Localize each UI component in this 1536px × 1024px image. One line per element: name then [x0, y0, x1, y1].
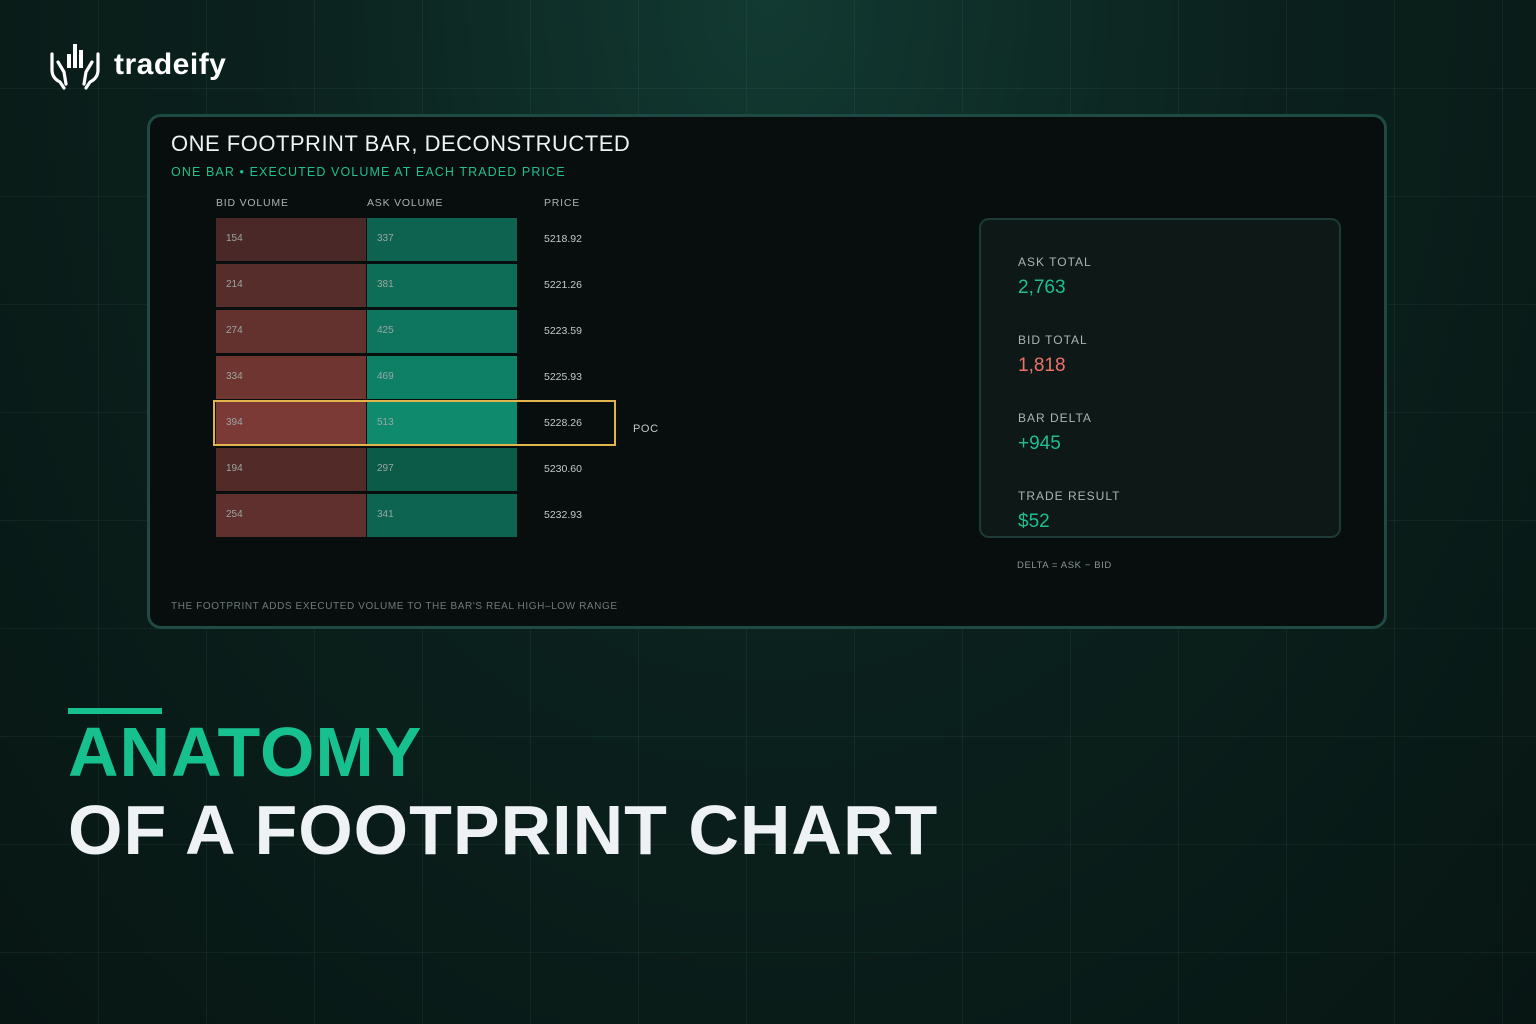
footprint-row: 194 297 5230.60 — [216, 448, 676, 491]
ask-volume-value: 341 — [377, 509, 394, 520]
footprint-row: 334 469 5225.93 — [216, 356, 676, 399]
footprint-row: 254 341 5232.93 — [216, 494, 676, 537]
ask-volume-cell: 297 — [367, 448, 517, 491]
bid-volume-cell: 254 — [216, 494, 366, 537]
brand-name: tradeify — [114, 48, 227, 81]
price-level: 5225.93 — [544, 371, 582, 383]
poc-highlight — [213, 400, 616, 446]
ask-total-label: ASK TOTAL — [1018, 255, 1092, 269]
price-level: 5232.93 — [544, 509, 582, 521]
ask-volume-header: ASK VOLUME — [367, 197, 444, 209]
poc-label: POC — [633, 423, 659, 435]
ask-volume-value: 381 — [377, 279, 394, 290]
footprint-row: 214 381 5221.26 — [216, 264, 676, 307]
bid-volume-value: 154 — [226, 233, 243, 244]
bid-volume-cell: 334 — [216, 356, 366, 399]
panel-title: ONE FOOTPRINT BAR, DECONSTRUCTED — [171, 131, 631, 156]
footprint-row: 274 425 5223.59 — [216, 310, 676, 353]
bid-total-label: BID TOTAL — [1018, 333, 1088, 347]
trade-result-value: $52 — [1018, 511, 1050, 532]
headline-line-1: ANATOMY — [68, 713, 423, 791]
ask-volume-value: 425 — [377, 325, 394, 336]
price-level: 5223.59 — [544, 325, 582, 337]
stats-card: ASK TOTAL 2,763 BID TOTAL 1,818 BAR DELT… — [979, 218, 1341, 538]
price-level: 5221.26 — [544, 279, 582, 291]
ask-total-value: 2,763 — [1018, 277, 1066, 298]
bid-volume-cell: 274 — [216, 310, 366, 353]
ask-volume-value: 469 — [377, 371, 394, 382]
panel-footer-note: THE FOOTPRINT ADDS EXECUTED VOLUME TO TH… — [171, 601, 618, 612]
price-header: PRICE — [544, 197, 581, 209]
ask-volume-cell: 469 — [367, 356, 517, 399]
bar-delta-label: BAR DELTA — [1018, 411, 1092, 425]
bid-volume-cell: 154 — [216, 218, 366, 261]
bar-delta-value: +945 — [1018, 433, 1061, 454]
bid-volume-cell: 214 — [216, 264, 366, 307]
bid-volume-value: 274 — [226, 325, 243, 336]
ask-volume-value: 337 — [377, 233, 394, 244]
bid-volume-value: 334 — [226, 371, 243, 382]
hands-chart-icon — [50, 44, 100, 90]
panel-subtitle: ONE BAR • EXECUTED VOLUME AT EACH TRADED… — [171, 165, 566, 179]
ask-volume-cell: 337 — [367, 218, 517, 261]
bid-volume-value: 214 — [226, 279, 243, 290]
bid-volume-cell: 194 — [216, 448, 366, 491]
delta-formula-note: DELTA = ASK − BID — [1017, 560, 1112, 571]
bid-volume-value: 254 — [226, 509, 243, 520]
price-level: 5230.60 — [544, 463, 582, 475]
headline-line-2: OF A FOOTPRINT CHART — [68, 791, 939, 869]
price-level: 5218.92 — [544, 233, 582, 245]
footprint-panel: ONE FOOTPRINT BAR, DECONSTRUCTED ONE BAR… — [147, 114, 1387, 629]
ask-volume-cell: 381 — [367, 264, 517, 307]
bid-volume-value: 194 — [226, 463, 243, 474]
footprint-row: 154 337 5218.92 — [216, 218, 676, 261]
ask-volume-cell: 341 — [367, 494, 517, 537]
ask-volume-cell: 425 — [367, 310, 517, 353]
trade-result-label: TRADE RESULT — [1018, 489, 1121, 503]
bid-total-value: 1,818 — [1018, 355, 1066, 376]
brand-logo: tradeify — [48, 40, 226, 90]
bid-volume-header: BID VOLUME — [216, 197, 289, 209]
ask-volume-value: 297 — [377, 463, 394, 474]
